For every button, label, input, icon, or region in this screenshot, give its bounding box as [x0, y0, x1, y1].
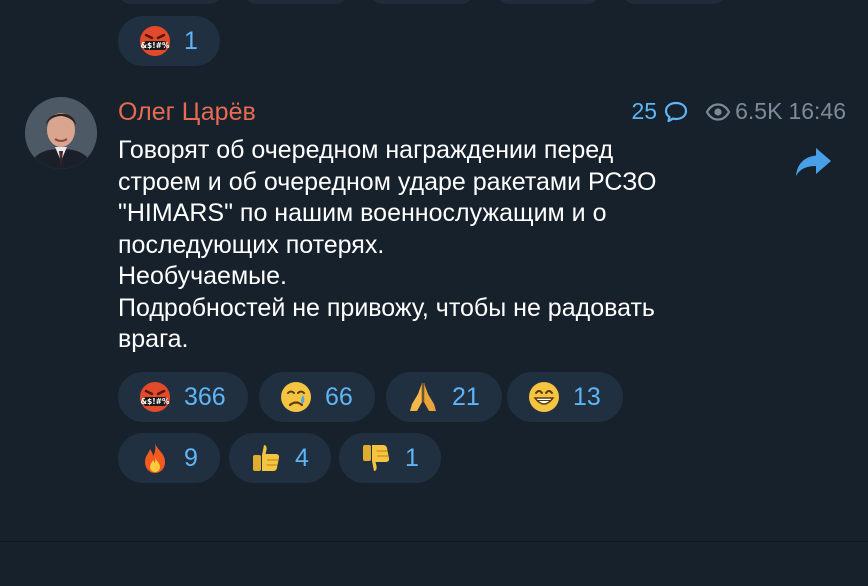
- author-name[interactable]: Олег Царёв: [118, 98, 256, 127]
- reaction-pray[interactable]: 21: [386, 372, 502, 422]
- reaction-count: 1: [184, 26, 198, 55]
- reaction-pill[interactable]: [118, 0, 222, 4]
- reaction-fire[interactable]: 9: [118, 433, 220, 483]
- author-photo: [25, 97, 97, 169]
- reaction-count: 9: [184, 443, 198, 472]
- angry-face-icon: &$!#%: [140, 382, 170, 412]
- avatar[interactable]: [25, 97, 97, 169]
- message-text: Говорят об очередном награждении перед с…: [118, 136, 657, 353]
- praying-hands-icon: [410, 383, 436, 411]
- reaction-grin[interactable]: 13: [507, 372, 623, 422]
- reaction-count: 4: [295, 443, 309, 472]
- reaction-pill[interactable]: [370, 0, 474, 4]
- reaction-pill[interactable]: [622, 0, 726, 4]
- reaction-angry-prev[interactable]: &$!#% 1: [118, 16, 220, 66]
- views: 6.5K: [705, 98, 782, 125]
- share-icon[interactable]: [794, 144, 834, 180]
- reaction-count: 366: [184, 382, 226, 411]
- reaction-pill[interactable]: [496, 0, 600, 4]
- comments-count[interactable]: 25: [632, 98, 658, 125]
- thumbs-up-icon: [253, 445, 280, 471]
- reaction-pill[interactable]: [244, 0, 348, 4]
- reaction-count: 1: [405, 443, 419, 472]
- eye-icon: [705, 102, 731, 121]
- previous-reactions-row: [118, 0, 726, 4]
- reaction-thumbs-down[interactable]: 1: [339, 433, 441, 483]
- reaction-thumbs-up[interactable]: 4: [229, 433, 331, 483]
- reaction-angry[interactable]: &$!#% 366: [118, 372, 248, 422]
- svg-text:&$!#%: &$!#%: [141, 397, 170, 406]
- reaction-count: 66: [325, 382, 353, 411]
- fire-icon: [145, 443, 165, 473]
- post-meta: 25 6.5K 16:46: [632, 98, 846, 125]
- post-time: 16:46: [788, 98, 846, 124]
- svg-text:&$!#%: &$!#%: [141, 41, 170, 50]
- reaction-crying[interactable]: 66: [259, 372, 375, 422]
- angry-face-icon: &$!#%: [140, 26, 170, 56]
- reaction-count: 21: [452, 382, 480, 411]
- comment-icon[interactable]: [663, 100, 689, 124]
- crying-face-icon: [281, 382, 311, 412]
- thumbs-down-icon: [363, 445, 390, 471]
- grinning-face-icon: [529, 382, 559, 412]
- divider: [0, 541, 868, 542]
- views-count: 6.5K: [735, 98, 783, 124]
- reaction-count: 13: [573, 382, 601, 411]
